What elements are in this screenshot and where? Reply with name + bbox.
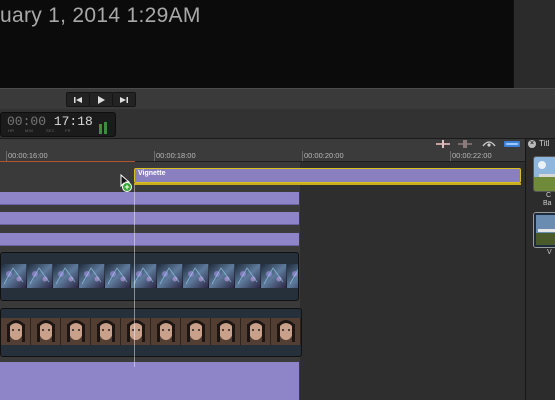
video-clip[interactable] (0, 252, 299, 301)
clip-filmstrip (1, 318, 301, 345)
browser-title: Titl (539, 139, 550, 148)
skip-back-button[interactable] (66, 92, 90, 107)
audio-skimming-icon[interactable] (436, 140, 450, 148)
solo-icon[interactable] (458, 140, 472, 148)
timecode-dim: 00:00 (7, 114, 54, 129)
thumbnail-label: Ba (543, 200, 552, 207)
ruler-label: 00:00:16:00 (8, 151, 48, 160)
title-clip-vignette[interactable]: Vignette (134, 168, 521, 183)
timeline-toggle-icons (430, 139, 525, 149)
viewer-side-panel (513, 0, 555, 88)
skip-forward-button[interactable] (112, 92, 136, 107)
ruler-label: 00:00:20:00 (304, 151, 344, 160)
thumbnail-label: C (546, 192, 552, 199)
title-thumbnail[interactable] (533, 156, 555, 192)
timecode-value: 00:00 17:18 (7, 114, 93, 129)
viewer-date-title: uary 1, 2014 1:29AM (0, 4, 201, 27)
clip-appearance-icon[interactable] (504, 140, 520, 148)
viewer: uary 1, 2014 1:29AM (0, 0, 513, 88)
title-clip-label: Vignette (138, 170, 166, 177)
close-icon[interactable]: × (528, 140, 536, 148)
ruler-label: 00:00:18:00 (156, 151, 196, 160)
thumbnail-landscape (534, 213, 555, 247)
add-plus-icon: + (122, 182, 132, 192)
timecode-label-min: MIN (25, 128, 33, 133)
play-button[interactable] (89, 92, 113, 107)
title-thumbnail-selected[interactable] (533, 212, 555, 248)
connected-clip[interactable] (0, 192, 299, 205)
skimmer-line (134, 185, 135, 367)
skip-forward-icon (120, 96, 128, 103)
skip-back-icon (74, 96, 82, 103)
audio-meter-icon (99, 122, 109, 134)
transport-bar (0, 88, 555, 110)
timecode-bright: 17:18 (53, 114, 93, 129)
timecode-label-hr: HR (8, 128, 15, 133)
timecode-label-sec: SEC (46, 128, 55, 133)
connected-clip[interactable] (0, 362, 299, 400)
connected-clip[interactable] (0, 233, 299, 246)
timeline-toolbar: 00:00 17:18 HR MIN SEC FR (0, 109, 555, 139)
clip-filmstrip (1, 264, 298, 288)
thumbnail-landscape (534, 157, 555, 191)
timecode-label-fr: FR (65, 128, 71, 133)
ruler-label: 00:00:22:00 (452, 151, 492, 160)
play-icon (98, 95, 105, 104)
connected-clip[interactable] (0, 212, 299, 225)
timecode-display[interactable]: 00:00 17:18 HR MIN SEC FR (0, 112, 116, 137)
thumbnail-label: V (547, 249, 552, 256)
snapping-icon[interactable] (482, 140, 496, 148)
video-clip[interactable] (0, 308, 302, 357)
